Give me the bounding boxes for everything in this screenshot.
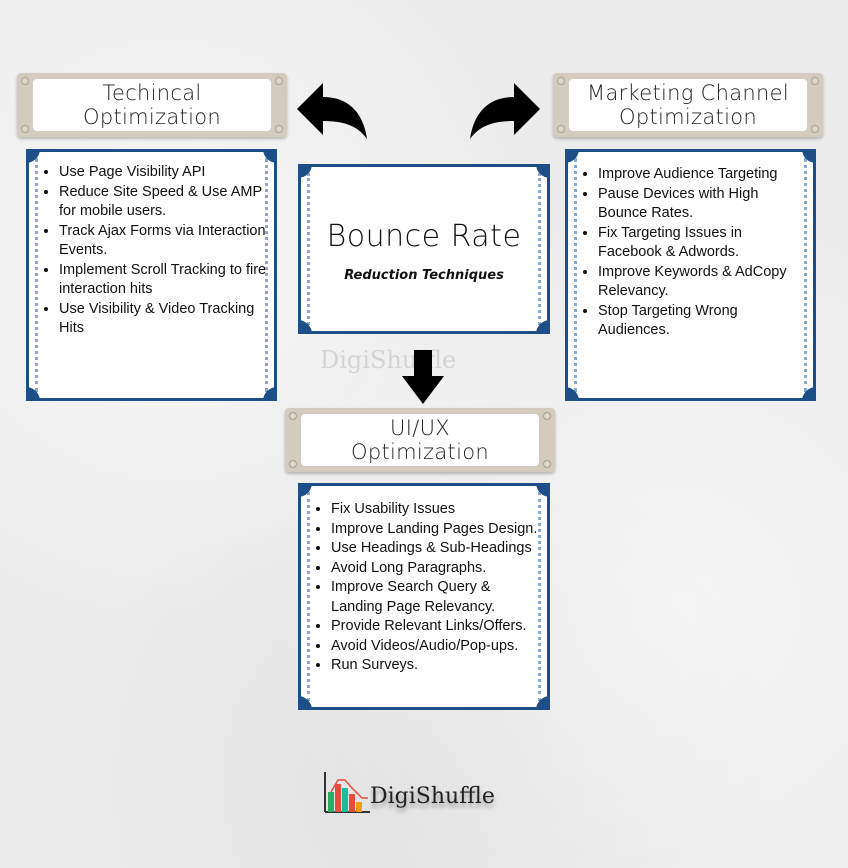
screw-icon <box>289 412 297 420</box>
center-title: Bounce Rate <box>326 219 522 254</box>
corner-ornament-icon <box>263 387 277 401</box>
uiux-list: Fix Usability Issues Improve Landing Pag… <box>301 500 547 676</box>
uiux-title-line1: UI/UX <box>390 416 450 440</box>
uiux-card: Fix Usability Issues Improve Landing Pag… <box>298 483 550 710</box>
marketing-title-line1: Marketing Channel <box>587 81 789 105</box>
technical-title-line2: Optimization <box>83 105 221 129</box>
list-item: Pause Devices with High Bounce Rates. <box>598 185 805 224</box>
corner-ornament-icon <box>298 483 312 497</box>
corner-ornament-icon <box>26 387 40 401</box>
screw-icon <box>21 77 29 85</box>
list-item: Use Visibility & Video Tracking Hits <box>59 300 270 339</box>
list-item: Improve Search Query & Landing Page Rele… <box>331 578 543 617</box>
center-card: Bounce Rate Reduction Techniques <box>298 164 550 334</box>
screw-icon <box>21 125 29 133</box>
list-item: Run Surveys. <box>331 656 543 676</box>
logo-bar <box>342 788 348 812</box>
uiux-header: UI/UX Optimization <box>285 408 555 472</box>
list-item: Use Page Visibility API <box>59 163 270 183</box>
list-item: Improve Keywords & AdCopy Relevancy. <box>598 263 805 302</box>
list-item: Improve Audience Targeting <box>598 165 805 185</box>
marketing-card: Improve Audience Targeting Pause Devices… <box>565 149 816 401</box>
list-item: Stop Targeting Wrong Audiences. <box>598 302 805 341</box>
corner-ornament-icon <box>802 149 816 163</box>
corner-ornament-icon <box>298 696 312 710</box>
corner-ornament-icon <box>536 164 550 178</box>
technical-list: Use Page Visibility API Reduce Site Spee… <box>29 163 274 339</box>
uiux-title-line2: Optimization <box>351 440 489 464</box>
technical-header: Techincal Optimization <box>17 73 287 137</box>
corner-ornament-icon <box>802 387 816 401</box>
logo-bar <box>356 802 362 812</box>
screw-icon <box>543 460 551 468</box>
screw-icon <box>557 125 565 133</box>
list-item: Implement Scroll Tracking to fire intera… <box>59 261 270 300</box>
corner-ornament-icon <box>565 149 579 163</box>
corner-ornament-icon <box>536 320 550 334</box>
technical-title-line1: Techincal <box>102 81 202 105</box>
screw-icon <box>289 460 297 468</box>
corner-ornament-icon <box>263 149 277 163</box>
logo-text: DigiShuffle <box>370 784 495 809</box>
arrow-left-curved-icon <box>297 83 367 139</box>
corner-ornament-icon <box>536 483 550 497</box>
corner-ornament-icon <box>26 149 40 163</box>
list-item: Provide Relevant Links/Offers. <box>331 617 543 637</box>
logo-bar <box>328 792 334 812</box>
list-item: Fix Targeting Issues in Facebook & Adwor… <box>598 224 805 263</box>
technical-card: Use Page Visibility API Reduce Site Spee… <box>26 149 277 401</box>
screw-icon <box>543 412 551 420</box>
marketing-header: Marketing Channel Optimization <box>553 73 823 137</box>
screw-icon <box>811 77 819 85</box>
arrow-right-curved-icon <box>470 83 540 139</box>
marketing-list: Improve Audience Targeting Pause Devices… <box>568 165 813 341</box>
screw-icon <box>557 77 565 85</box>
list-item: Avoid Videos/Audio/Pop-ups. <box>331 637 543 657</box>
corner-ornament-icon <box>536 696 550 710</box>
corner-ornament-icon <box>565 387 579 401</box>
screw-icon <box>811 125 819 133</box>
list-item: Fix Usability Issues <box>331 500 543 520</box>
marketing-title-line2: Optimization <box>619 105 757 129</box>
center-subtitle: Reduction Techniques <box>344 268 504 283</box>
list-item: Avoid Long Paragraphs. <box>331 559 543 579</box>
logo-bar <box>335 784 341 812</box>
logo-bar <box>349 794 355 812</box>
arrow-down-icon <box>402 350 444 404</box>
bar-chart-logo-icon <box>324 772 370 813</box>
corner-ornament-icon <box>298 164 312 178</box>
screw-icon <box>275 125 283 133</box>
list-item: Use Headings & Sub-Headings <box>331 539 543 559</box>
screw-icon <box>275 77 283 85</box>
digishuffle-logo: DigiShuffle <box>322 768 512 818</box>
list-item: Reduce Site Speed & Use AMP for mobile u… <box>59 183 270 222</box>
corner-ornament-icon <box>298 320 312 334</box>
list-item: Track Ajax Forms via Interaction Events. <box>59 222 270 261</box>
list-item: Improve Landing Pages Design. <box>331 520 543 540</box>
